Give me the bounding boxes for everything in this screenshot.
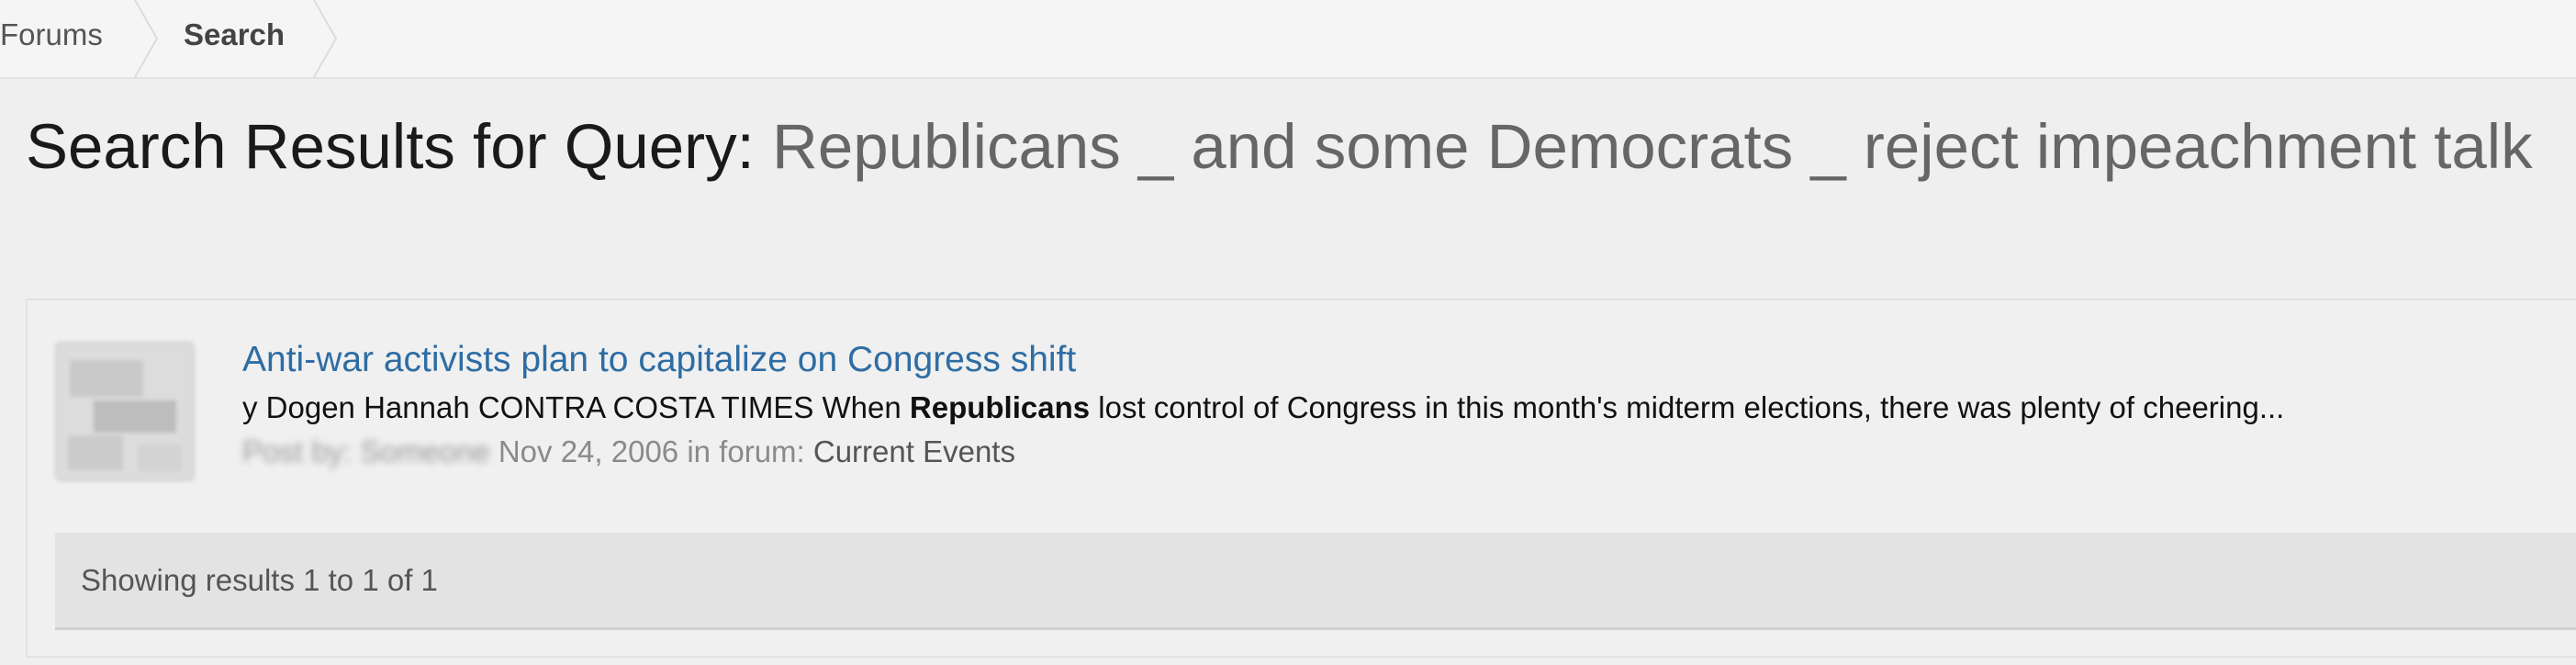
forum-link[interactable]: Current Events: [813, 434, 1015, 468]
page-title-prefix: Search Results for Query:: [26, 111, 755, 182]
results-count: Showing results 1 to 1 of 1: [81, 563, 438, 597]
post-date: Nov 24, 2006: [498, 434, 679, 468]
result-item: Anti-war activists plan to capitalize on…: [55, 337, 2570, 481]
result-meta: Post by: Someone Nov 24, 2006 in forum: …: [242, 433, 1015, 471]
breadcrumb-separator-icon: [133, 0, 161, 77]
search-query: Republicans _ and some Democrats _ rejec…: [771, 111, 2533, 182]
snippet-text: lost control of Congress in this month's…: [1090, 390, 2285, 424]
post-by-label: Post by:: [242, 434, 353, 468]
breadcrumb-forums[interactable]: Forums: [0, 0, 103, 77]
breadcrumb-separator-icon: [312, 0, 340, 77]
pager-bar: Showing results 1 to 1 of 1: [55, 533, 2576, 630]
breadcrumb-search[interactable]: Search: [184, 0, 285, 77]
snippet-highlight: Republicans: [909, 390, 1091, 424]
forum-prefix: in forum:: [678, 434, 813, 468]
result-title-link[interactable]: Anti-war activists plan to capitalize on…: [242, 337, 1076, 383]
avatar[interactable]: [55, 342, 195, 481]
page-title: Search Results for Query: Republicans _ …: [26, 108, 2533, 186]
search-results: Anti-war activists plan to capitalize on…: [26, 299, 2576, 658]
author-link[interactable]: Someone: [360, 433, 489, 471]
snippet-text: y Dogen Hannah CONTRA COSTA TIMES When: [242, 390, 910, 424]
result-snippet: y Dogen Hannah CONTRA COSTA TIMES When R…: [242, 389, 2284, 427]
breadcrumb: Forums Search: [0, 0, 2576, 79]
